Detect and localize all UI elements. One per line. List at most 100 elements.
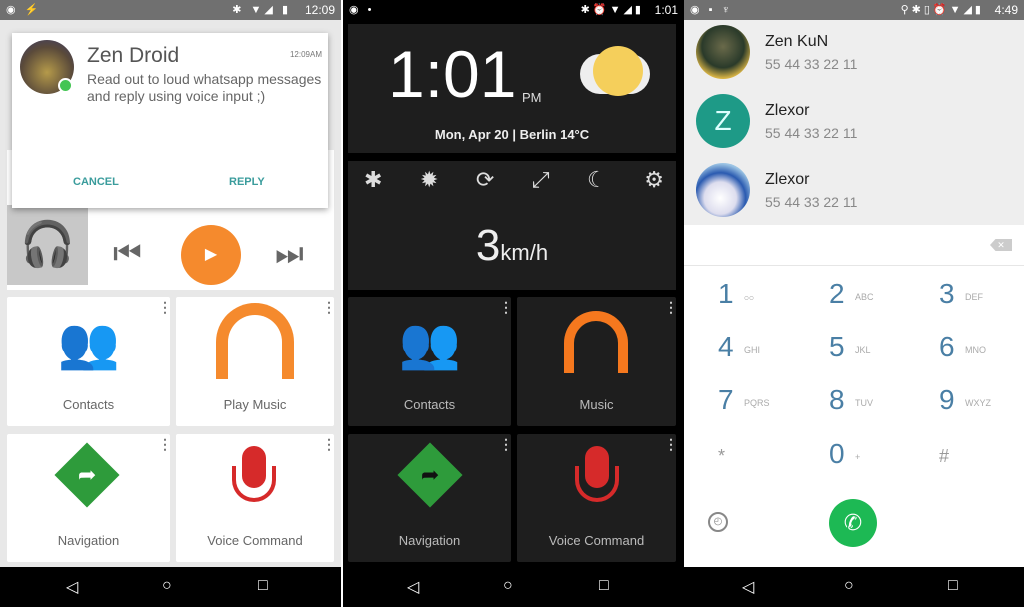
recents-button[interactable]: □: [948, 577, 958, 595]
more-options-icon[interactable]: ⋮: [158, 300, 172, 314]
previous-button[interactable]: ⏮: [113, 235, 142, 273]
tile-navigation[interactable]: ➦ ⋮ Navigation: [7, 434, 172, 562]
avatar: Z: [696, 94, 750, 148]
clock-time: 1:01: [388, 37, 517, 111]
tile-music[interactable]: ⋮ Music: [517, 297, 678, 426]
contact-number: 55 44 33 22 11: [765, 56, 858, 72]
notification-message: Read out to loud whatsapp messages and r…: [87, 71, 322, 104]
bluetooth-icon[interactable]: ✱: [364, 167, 382, 193]
backspace-button[interactable]: ✕: [990, 239, 1012, 251]
key-digit: 5: [829, 331, 845, 362]
tile-label: Voice Command: [207, 533, 303, 548]
dial-key-6[interactable]: 6 MNO: [939, 331, 1024, 371]
more-options-icon[interactable]: ⋮: [322, 300, 336, 314]
next-button[interactable]: ⏭: [275, 235, 304, 273]
clock-card: 1:01 PM Mon, Apr 20 | Berlin 14°C: [348, 24, 676, 153]
back-button[interactable]: ◁: [742, 577, 754, 597]
contact-row[interactable]: Z Zlexor 55 44 33 22 11: [684, 89, 1024, 158]
status-time: 1:01: [654, 3, 678, 17]
recents-button[interactable]: □: [258, 577, 268, 595]
panel-dark-home: ◉ • ✱⏰▼◢▮ 1:01 1:01 PM Mon, Apr 20 | Ber…: [343, 0, 684, 607]
tile-label: Play Music: [223, 397, 287, 412]
key-digit: 4: [718, 331, 734, 362]
status-icons-left: ◉ ⚡: [6, 4, 42, 16]
play-button[interactable]: ▶: [181, 225, 241, 285]
dial-key-#[interactable]: #: [939, 438, 1024, 478]
dial-key-7[interactable]: 7 PQRS: [718, 384, 818, 424]
call-history-icon[interactable]: ◴: [708, 512, 728, 532]
dial-key-2[interactable]: 2 ABC: [829, 278, 929, 318]
whatsapp-icon: [58, 78, 73, 93]
contacts-icon: 👥: [57, 315, 121, 371]
dial-key-4[interactable]: 4 GHI: [718, 331, 818, 371]
tile-contacts[interactable]: 👥 ⋮ Contacts: [348, 297, 513, 426]
microphone-stand: [232, 466, 276, 502]
status-bar: ◉ • ✱⏰▼◢▮ 1:01: [343, 0, 684, 20]
home-button[interactable]: ○: [162, 577, 172, 595]
speed-readout: 3km/h: [348, 221, 676, 271]
call-button[interactable]: ✆: [829, 499, 877, 547]
key-letters: +: [855, 452, 861, 462]
status-bar: ◉ ⚡ ✱ ▼◢ ▮ 12:09: [0, 0, 341, 20]
recents-button[interactable]: □: [599, 577, 609, 595]
notification-sender: Zen Droid: [87, 44, 180, 67]
settings-icon[interactable]: ⚙: [644, 167, 664, 193]
home-button[interactable]: ○: [844, 577, 854, 595]
tile-label: Navigation: [57, 533, 120, 548]
back-button[interactable]: ◁: [66, 577, 78, 597]
dial-key-0[interactable]: 0 +: [829, 438, 929, 478]
dial-key-*[interactable]: *: [718, 438, 818, 478]
more-options-icon[interactable]: ⋮: [664, 300, 678, 314]
weather-sun: [593, 46, 643, 96]
album-art-headphones-icon: 🎧: [7, 205, 88, 285]
more-options-icon[interactable]: ⋮: [158, 437, 172, 451]
tile-play-music[interactable]: ⋮ Play Music: [176, 297, 336, 426]
dial-key-3[interactable]: 3 DEF: [939, 278, 1024, 318]
contacts-icon: 👥: [398, 315, 462, 371]
panel-dialer: ◉ ▪ ♆ ⚲✱▯⏰▼◢▮ 4:49 Zen KuN 55 44 33 22 1…: [684, 0, 1024, 607]
tile-contacts[interactable]: 👥 ⋮ Contacts: [7, 297, 172, 426]
speed-value: 3: [475, 221, 501, 270]
key-digit: 6: [939, 331, 955, 362]
home-button[interactable]: ○: [503, 577, 513, 595]
status-icons-right: ✱ ▼◢ ▮: [232, 4, 291, 16]
fullscreen-icon[interactable]: ⤢: [532, 167, 550, 193]
key-digit: 0: [829, 438, 845, 469]
dial-key-8[interactable]: 8 TUV: [829, 384, 929, 424]
rotation-icon[interactable]: ⟳: [476, 167, 494, 193]
status-icons-left: ◉ •: [349, 4, 375, 16]
contact-name: Zlexor: [765, 102, 810, 119]
nav-bar: ◁ ○ □: [684, 567, 1024, 607]
quick-settings-card: ✱ ✹ ⟳ ⤢ ☾ ⚙ 3km/h: [348, 161, 676, 290]
contact-row[interactable]: Zlexor 55 44 33 22 11: [684, 158, 1024, 227]
divider: [684, 265, 1024, 266]
more-options-icon[interactable]: ⋮: [499, 300, 513, 314]
status-time: 4:49: [994, 3, 1018, 17]
tile-navigation[interactable]: ➦ ⋮ Navigation: [348, 434, 513, 562]
status-time: 12:09: [304, 3, 335, 17]
more-options-icon[interactable]: ⋮: [499, 437, 513, 451]
back-button[interactable]: ◁: [407, 577, 419, 597]
reply-button[interactable]: REPLY: [229, 176, 265, 188]
dial-key-5[interactable]: 5 JKL: [829, 331, 929, 371]
tile-voice-command[interactable]: ⋮ Voice Command: [517, 434, 678, 562]
tile-voice-command[interactable]: ⋮ Voice Command: [176, 434, 336, 562]
tile-label: Contacts: [62, 397, 115, 412]
avatar: [696, 25, 750, 79]
dial-key-1[interactable]: 1 ဝဝ: [718, 278, 818, 318]
contact-suggestions: Zen KuN 55 44 33 22 11 Z Zlexor 55 44 33…: [684, 20, 1024, 225]
dial-key-9[interactable]: 9 WXYZ: [939, 384, 1024, 424]
status-icons-left: ◉ ▪ ♆: [690, 4, 733, 16]
auto-brightness-icon[interactable]: ✹: [420, 167, 438, 193]
key-letters: PQRS: [744, 398, 770, 408]
night-mode-icon[interactable]: ☾: [587, 167, 607, 193]
contact-row[interactable]: Zen KuN 55 44 33 22 11: [684, 20, 1024, 89]
headphones-icon: [564, 311, 628, 373]
key-digit: 2: [829, 278, 845, 309]
more-options-icon[interactable]: ⋮: [664, 437, 678, 451]
key-letters: ဝဝ: [744, 292, 755, 302]
key-letters: MNO: [965, 345, 986, 355]
key-letters: WXYZ: [965, 398, 991, 408]
cancel-button[interactable]: CANCEL: [73, 176, 119, 188]
more-options-icon[interactable]: ⋮: [322, 437, 336, 451]
